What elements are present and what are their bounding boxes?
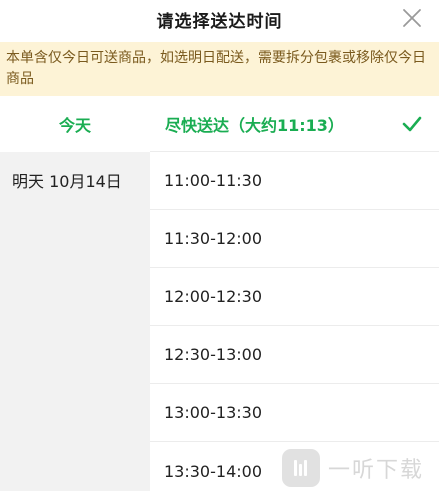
close-icon [403, 9, 421, 27]
day-tab-tomorrow-label: 明天 10月14日 [12, 172, 122, 191]
notice-text: 本单含仅今日可送商品，如选明日配送，需要拆分包裹或移除仅今日商品 [6, 50, 426, 87]
day-selector: 今天 明天 10月14日 [0, 96, 150, 491]
time-slot-label: 12:00-12:30 [164, 287, 262, 306]
time-slot-label: 11:30-12:00 [164, 229, 262, 248]
day-tab-today[interactable]: 今天 [0, 96, 150, 152]
close-button[interactable] [399, 5, 425, 31]
split-package-notice: 本单含仅今日可送商品，如选明日配送，需要拆分包裹或移除仅今日商品 [0, 42, 439, 96]
time-slot-label: 12:30-13:00 [164, 345, 262, 364]
sheet-title: 请选择送达时间 [156, 11, 283, 32]
time-slot[interactable]: 11:30-12:00 [150, 210, 439, 268]
time-slot-list: 尽快送达（大约11:13） 11:00-11:30 11:30-12:00 12… [150, 96, 439, 491]
time-slot-label: 13:30-14:00 [164, 461, 262, 481]
time-slot-label: 13:00-13:30 [164, 403, 262, 422]
watermark-text: 一听下载 [328, 458, 425, 483]
day-tab-tomorrow[interactable]: 明天 10月14日 [0, 152, 150, 491]
delivery-time-sheet: 请选择送达时间 本单含仅今日可送商品，如选明日配送，需要拆分包裹或移除仅今日商品… [0, 0, 439, 491]
site-watermark: 一听下载 [282, 448, 424, 488]
asap-option[interactable]: 尽快送达（大约11:13） [150, 96, 439, 152]
watermark-logo-icon [282, 449, 320, 487]
day-tab-today-label: 今天 [58, 116, 91, 135]
sheet-header: 请选择送达时间 [0, 0, 439, 38]
time-slot[interactable]: 13:00-13:30 [150, 384, 439, 442]
check-icon [402, 116, 422, 132]
time-slot-label: 11:00-11:30 [164, 171, 262, 190]
time-slot[interactable]: 12:30-13:00 [150, 326, 439, 384]
asap-option-label: 尽快送达（大约11:13） [165, 115, 344, 135]
time-slot[interactable]: 11:00-11:30 [150, 152, 439, 210]
time-slot[interactable]: 12:00-12:30 [150, 268, 439, 326]
